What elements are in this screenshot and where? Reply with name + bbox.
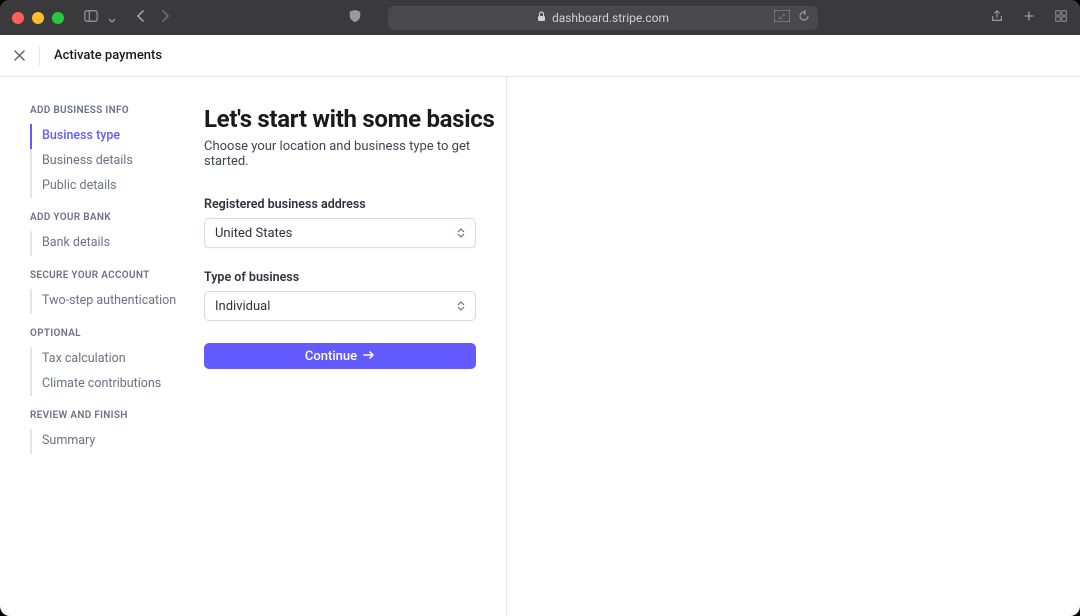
country-select[interactable]: United States	[204, 218, 476, 248]
reader-icon[interactable]: ⤢	[774, 10, 790, 25]
sidebar-section-bank: ADD YOUR BANK	[30, 212, 204, 223]
browser-titlebar: dashboard.stripe.com ⤢	[0, 0, 1080, 35]
sidebar-toggle-icon[interactable]	[84, 8, 98, 27]
share-icon[interactable]	[990, 8, 1004, 27]
address-bar[interactable]: dashboard.stripe.com ⤢	[388, 6, 818, 30]
privacy-shield-icon[interactable]	[348, 8, 362, 27]
window-controls	[12, 12, 64, 24]
business-type-field-label: Type of business	[204, 270, 506, 285]
sidebar-section-review: REVIEW AND FINISH	[30, 410, 204, 421]
vertical-divider	[506, 77, 507, 616]
address-field-label: Registered business address	[204, 197, 506, 212]
sidebar-section-business-info: ADD BUSINESS INFO	[30, 105, 204, 116]
page-header-title: Activate payments	[54, 48, 162, 63]
new-tab-icon[interactable]	[1022, 8, 1036, 27]
page-title: Let's start with some basics	[204, 105, 506, 133]
forward-button[interactable]	[160, 8, 170, 27]
select-arrows-icon	[457, 228, 465, 238]
svg-text:⤢: ⤢	[779, 13, 785, 21]
continue-button[interactable]: Continue	[204, 343, 476, 369]
country-select-value: United States	[215, 226, 292, 241]
sidebar-item-summary[interactable]: Summary	[30, 429, 204, 454]
url-text: dashboard.stripe.com	[552, 11, 669, 25]
close-window-button[interactable]	[12, 12, 24, 24]
reload-icon[interactable]	[798, 10, 810, 25]
sidebar-item-business-details[interactable]: Business details	[30, 149, 204, 174]
sidebar-item-climate[interactable]: Climate contributions	[30, 372, 204, 397]
chevron-down-icon[interactable]	[108, 8, 116, 27]
business-type-select-value: Individual	[215, 299, 270, 314]
tabs-overview-icon[interactable]	[1054, 8, 1068, 27]
sidebar-item-bank-details[interactable]: Bank details	[30, 231, 204, 256]
continue-button-label: Continue	[305, 349, 357, 364]
sidebar-nav: ADD BUSINESS INFO Business type Business…	[0, 77, 204, 616]
close-icon[interactable]	[14, 46, 40, 66]
business-type-select[interactable]: Individual	[204, 291, 476, 321]
select-arrows-icon	[457, 301, 465, 311]
minimize-window-button[interactable]	[32, 12, 44, 24]
sidebar-item-business-type[interactable]: Business type	[30, 124, 204, 149]
page-subtitle: Choose your location and business type t…	[204, 139, 506, 169]
arrow-right-icon	[363, 349, 375, 364]
sidebar-item-two-step[interactable]: Two-step authentication	[30, 289, 204, 314]
lock-icon	[537, 11, 546, 25]
main-content: Let's start with some basics Choose your…	[204, 77, 1080, 616]
sidebar-section-secure: SECURE YOUR ACCOUNT	[30, 270, 204, 281]
maximize-window-button[interactable]	[52, 12, 64, 24]
sidebar-item-tax[interactable]: Tax calculation	[30, 347, 204, 372]
browser-window: dashboard.stripe.com ⤢	[0, 0, 1080, 616]
content-area: ADD BUSINESS INFO Business type Business…	[0, 77, 1080, 616]
sidebar-section-optional: OPTIONAL	[30, 328, 204, 339]
page-header: Activate payments	[0, 35, 1080, 77]
sidebar-item-public-details[interactable]: Public details	[30, 174, 204, 199]
back-button[interactable]	[136, 8, 146, 27]
